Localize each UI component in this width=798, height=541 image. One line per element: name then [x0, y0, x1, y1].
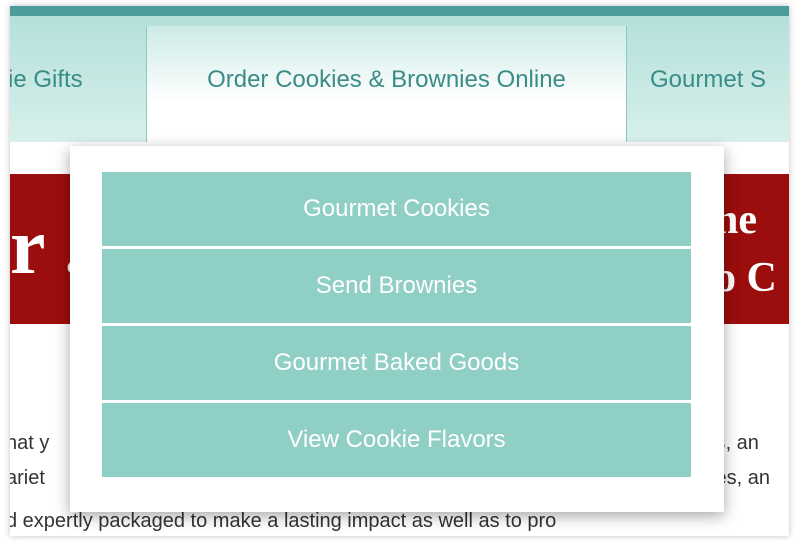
menu-item-send-brownies[interactable]: Send Brownies	[102, 249, 691, 323]
body-text-fragment: d expertly packaged to make a lasting im…	[10, 510, 557, 532]
browser-frame: kie Gifts Order Cookies & Brownies Onlin…	[10, 6, 789, 536]
nav-tab-label: Gourmet S	[650, 66, 767, 93]
menu-item-gourmet-baked-goods[interactable]: Gourmet Baked Goods	[102, 326, 691, 400]
menu-item-gourmet-cookies[interactable]: Gourmet Cookies	[102, 172, 691, 246]
banner-text-right-line2: o C	[715, 255, 777, 301]
nav-tab-label: Order Cookies & Brownies Online	[207, 66, 566, 93]
nav-tab-cookie-gifts[interactable]: kie Gifts	[10, 26, 83, 146]
main-navigation: kie Gifts Order Cookies & Brownies Onlin…	[10, 16, 789, 152]
menu-item-label: Send Brownies	[315, 272, 478, 299]
body-text-fragment: ariet	[10, 467, 45, 489]
menu-item-label: View Cookie Flavors	[287, 426, 506, 453]
body-text-fragment: , an	[725, 432, 759, 454]
dropdown-menu: Gourmet Cookies Send Brownies Gourmet Ba…	[70, 146, 724, 512]
menu-item-label: Gourmet Baked Goods	[273, 349, 520, 376]
body-text-fragment: hat y	[10, 432, 50, 454]
top-accent-line	[10, 6, 789, 16]
nav-tab-order-online[interactable]: Order Cookies & Brownies Online	[146, 26, 627, 152]
menu-item-label: Gourmet Cookies	[303, 195, 490, 222]
nav-tab-label: kie Gifts	[10, 66, 83, 93]
menu-item-view-cookie-flavors[interactable]: View Cookie Flavors	[102, 403, 691, 477]
nav-tab-gourmet[interactable]: Gourmet S	[650, 26, 766, 146]
